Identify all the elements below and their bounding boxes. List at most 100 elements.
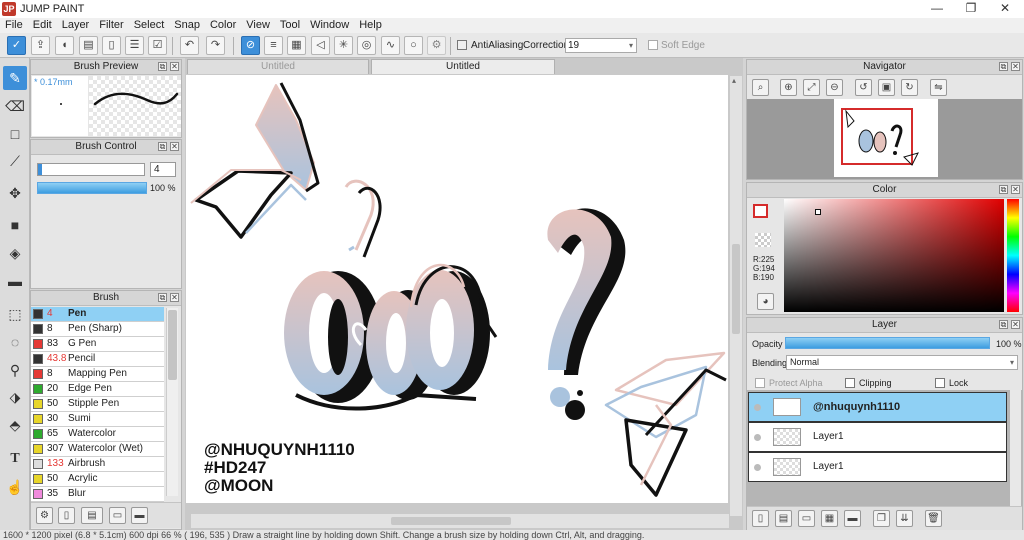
new-text-layer-icon[interactable]: ▭ xyxy=(798,510,815,527)
snap-circle-icon[interactable]: ◎ xyxy=(357,36,376,55)
brush-item[interactable]: 8 Mapping Pen xyxy=(31,367,164,382)
reset-view-icon[interactable]: ▣ xyxy=(878,79,895,96)
layer-row[interactable]: Layer1 xyxy=(748,452,1007,482)
scroll-thumb[interactable] xyxy=(732,244,740,334)
cloud-check-icon[interactable]: ✓ xyxy=(7,36,26,55)
rotate-right-icon[interactable]: ↻ xyxy=(901,79,918,96)
float-panel-icon[interactable]: ⧉ xyxy=(999,320,1008,329)
close-panel-icon[interactable]: ✕ xyxy=(170,62,179,71)
form-icon[interactable]: ☰ xyxy=(125,36,144,55)
merge-layer-icon[interactable]: ⇊ xyxy=(896,510,913,527)
doc-tab-2[interactable]: Untitled xyxy=(371,59,555,74)
checklist-icon[interactable]: ☑ xyxy=(148,36,167,55)
close-window-button[interactable]: ✕ xyxy=(988,0,1022,18)
maximize-button[interactable]: ❐ xyxy=(954,0,988,18)
float-panel-icon[interactable]: ⧉ xyxy=(158,62,167,71)
menu-edit[interactable]: Edit xyxy=(28,18,57,33)
move-tool-icon[interactable]: ✥ xyxy=(3,181,27,205)
float-panel-icon[interactable]: ⧉ xyxy=(999,62,1008,71)
flip-horizontal-icon[interactable]: ⇋ xyxy=(930,79,947,96)
snap-settings-icon[interactable]: ⚙ xyxy=(427,36,446,55)
menu-tool[interactable]: Tool xyxy=(275,18,305,33)
brush-document-icon[interactable]: ▭ xyxy=(109,507,126,524)
brush-item[interactable]: 65 Watercolor xyxy=(31,427,164,442)
menu-view[interactable]: View xyxy=(241,18,275,33)
brush-item[interactable]: 43.8 Pencil xyxy=(31,352,164,367)
brush-item[interactable]: 30 Sumi xyxy=(31,412,164,427)
select-pen-icon[interactable]: ⬗ xyxy=(3,385,27,409)
select-eraser-icon[interactable]: ⬘ xyxy=(3,413,27,437)
menu-layer[interactable]: Layer xyxy=(57,18,95,33)
new-tone-layer-icon[interactable]: ▦ xyxy=(821,510,838,527)
doc-tab-1[interactable]: Untitled xyxy=(187,59,369,74)
color-picker-cursor[interactable] xyxy=(815,209,821,215)
transparent-color-swatch[interactable] xyxy=(755,233,771,247)
zoom-icon[interactable]: ⌕ xyxy=(752,79,769,96)
document-icon[interactable]: ▯ xyxy=(102,36,121,55)
snap-radial-icon[interactable]: ✳ xyxy=(334,36,353,55)
duplicate-layer-icon[interactable]: ❐ xyxy=(873,510,890,527)
menu-file[interactable]: File xyxy=(0,18,28,33)
undo-icon[interactable]: ↶ xyxy=(180,36,199,55)
close-panel-icon[interactable]: ✕ xyxy=(1011,320,1020,329)
menu-snap[interactable]: Snap xyxy=(169,18,205,33)
snap-curve-icon[interactable]: ∿ xyxy=(381,36,400,55)
brush-settings-icon[interactable]: ⚙ xyxy=(36,507,53,524)
close-panel-icon[interactable]: ✕ xyxy=(170,142,179,151)
line-tool-icon[interactable]: ⟋ xyxy=(3,149,27,173)
lock-checkbox[interactable] xyxy=(935,378,945,388)
drawing-canvas[interactable]: @NHUQUYNH1110 #HD247 @MOON xyxy=(186,75,728,503)
brush-item[interactable]: 4 Pen xyxy=(31,307,164,322)
fit-screen-icon[interactable]: ⤢ xyxy=(803,79,820,96)
snap-vanishing-icon[interactable]: ◁ xyxy=(311,36,330,55)
snap-off-icon[interactable]: ⊘ xyxy=(241,36,260,55)
new-folder-icon[interactable]: ▬ xyxy=(844,510,861,527)
visibility-icon[interactable] xyxy=(754,434,761,441)
layer-opacity-slider[interactable] xyxy=(785,337,990,349)
float-panel-icon[interactable]: ⧉ xyxy=(158,293,167,302)
zoom-out-icon[interactable]: ⊖ xyxy=(826,79,843,96)
close-panel-icon[interactable]: ✕ xyxy=(1011,185,1020,194)
brush-size-slider[interactable] xyxy=(37,163,145,176)
soft-edge-checkbox[interactable] xyxy=(648,40,658,50)
scroll-thumb[interactable] xyxy=(391,517,511,525)
snap-grid-icon[interactable]: ▦ xyxy=(287,36,306,55)
horizontal-scrollbar[interactable] xyxy=(191,514,729,528)
menu-filter[interactable]: Filter xyxy=(94,18,128,33)
eraser-tool-icon[interactable]: ⌫ xyxy=(3,94,27,118)
brush-list-scrollbar[interactable] xyxy=(166,308,178,496)
bucket-fill-icon[interactable]: ◈ xyxy=(3,241,27,265)
comment-icon[interactable]: ◖ xyxy=(55,36,74,55)
palette-icon[interactable]: ◕ xyxy=(757,293,774,310)
text-tool-icon[interactable]: T xyxy=(3,447,27,471)
new-brush-icon[interactable]: ▯ xyxy=(58,507,75,524)
layer-list-scrollbar[interactable] xyxy=(1010,390,1021,506)
layer-row[interactable]: Layer1 xyxy=(748,422,1007,452)
menu-select[interactable]: Select xyxy=(129,18,170,33)
close-panel-icon[interactable]: ✕ xyxy=(170,293,179,302)
menu-help[interactable]: Help xyxy=(354,18,387,33)
brush-item[interactable]: 83 G Pen xyxy=(31,337,164,352)
brush-item[interactable]: 35 Blur xyxy=(31,487,164,502)
navigator-view[interactable] xyxy=(747,99,1022,179)
zoom-in-icon[interactable]: ⊕ xyxy=(780,79,797,96)
snap-parallel-icon[interactable]: ≡ xyxy=(264,36,283,55)
copy-brush-icon[interactable]: ▤ xyxy=(81,507,103,524)
new-layer-icon[interactable]: ▯ xyxy=(752,510,769,527)
brush-item[interactable]: 133 Airbrush xyxy=(31,457,164,472)
brush-item[interactable]: 20 Edge Pen xyxy=(31,382,164,397)
menu-color[interactable]: Color xyxy=(205,18,241,33)
brush-item[interactable]: 50 Stipple Pen xyxy=(31,397,164,412)
visibility-icon[interactable] xyxy=(754,464,761,471)
select-rect-icon[interactable]: □ xyxy=(3,122,27,146)
brush-size-input[interactable]: 4 xyxy=(150,162,176,177)
correction-select[interactable]: 19 ▾ xyxy=(565,38,637,53)
vertical-scrollbar[interactable]: ▴ xyxy=(730,76,742,516)
scroll-thumb[interactable] xyxy=(168,310,177,380)
delete-layer-icon[interactable]: 🗑 xyxy=(925,510,942,527)
magic-wand-icon[interactable]: ⚲ xyxy=(3,358,27,382)
close-panel-icon[interactable]: ✕ xyxy=(1011,62,1020,71)
message-icon[interactable]: ▤ xyxy=(79,36,98,55)
float-panel-icon[interactable]: ⧉ xyxy=(158,142,167,151)
scroll-up-icon[interactable]: ▴ xyxy=(732,76,736,85)
